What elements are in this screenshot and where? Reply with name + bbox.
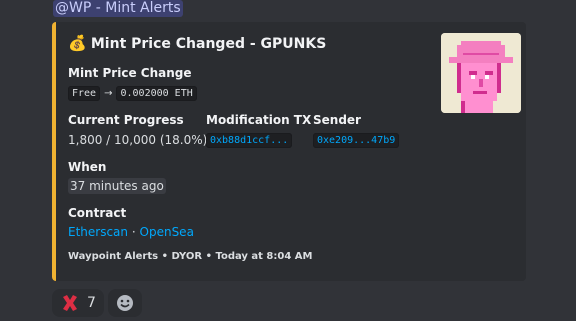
cross-mark-icon <box>63 295 77 311</box>
embed-title-text: Mint Price Changed - GPUNKS <box>90 36 327 52</box>
role-mention[interactable]: @WP - Mint Alerts <box>53 0 183 17</box>
money-bag-icon: 💰 <box>68 34 87 52</box>
field-value-modification-tx: 0xb88d1ccf... <box>206 132 293 148</box>
field-name-sender: Sender <box>313 113 361 127</box>
timestamp-relative[interactable]: 37 minutes ago <box>68 178 166 194</box>
field-name-current-progress: Current Progress <box>68 113 184 127</box>
price-to: 0.002000 ETH <box>116 86 197 101</box>
reaction-count: 7 <box>87 295 96 311</box>
add-reaction-icon <box>117 295 133 311</box>
field-value-current-progress: 1,800 / 10,000 (18.0%) <box>68 133 208 147</box>
field-name-mint-price-change: Mint Price Change <box>68 66 192 80</box>
field-name-contract: Contract <box>68 206 127 220</box>
link-separator: · <box>131 225 136 239</box>
opensea-link[interactable]: OpenSea <box>140 225 194 239</box>
field-value-when: 37 minutes ago <box>68 178 166 194</box>
alert-embed: 💰 Mint Price Changed - GPUNKS Mint Price… <box>52 22 526 281</box>
add-reaction-button[interactable] <box>108 289 142 317</box>
field-value-mint-price-change: Free → 0.002000 ETH <box>68 85 197 101</box>
nft-thumbnail[interactable] <box>441 33 521 113</box>
etherscan-link[interactable]: Etherscan <box>68 225 128 239</box>
price-from: Free <box>68 86 101 101</box>
modification-tx-link[interactable]: 0xb88d1ccf... <box>206 133 293 148</box>
punk-icon <box>441 33 521 113</box>
field-value-contract: Etherscan · OpenSea <box>68 225 194 239</box>
embed-footer: Waypoint Alerts • DYOR • Today at 8:04 A… <box>68 251 313 262</box>
field-name-modification-tx: Modification TX <box>206 113 312 127</box>
field-value-sender: 0xe209...47b9 <box>313 132 400 148</box>
field-name-when: When <box>68 160 107 174</box>
sender-link[interactable]: 0xe209...47b9 <box>313 133 400 148</box>
reaction-cross-mark[interactable]: 7 <box>52 289 104 317</box>
arrow-right-icon: → <box>104 88 113 99</box>
embed-title: 💰 Mint Price Changed - GPUNKS <box>68 34 326 52</box>
